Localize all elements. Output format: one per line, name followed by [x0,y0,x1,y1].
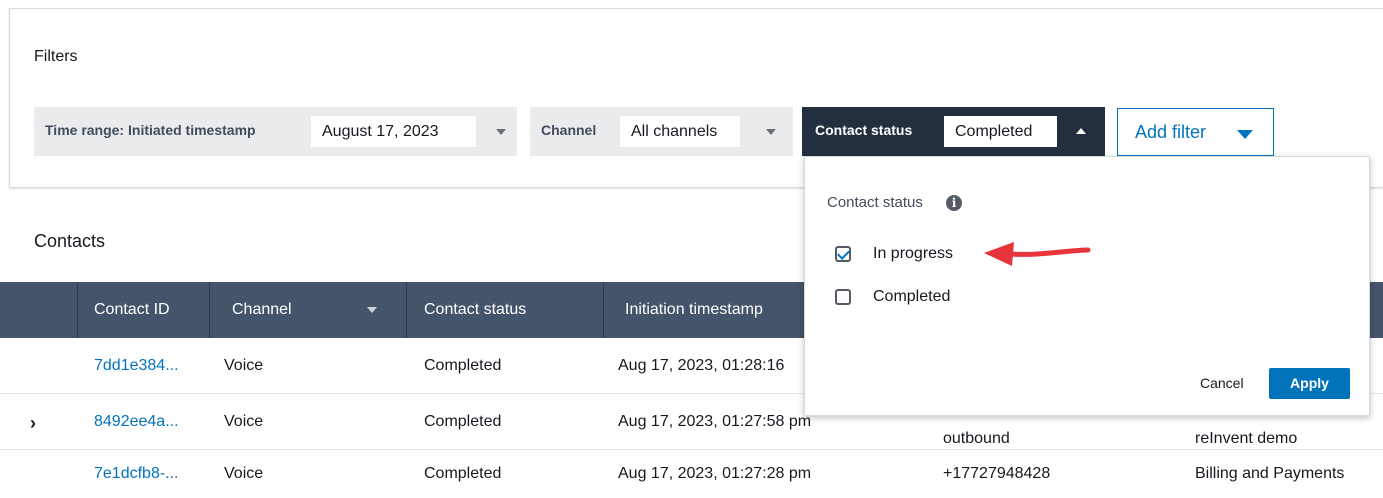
column-divider [77,282,78,338]
channel-cell: Voice [224,413,264,430]
channel-cell: Voice [224,357,264,374]
add-filter-label: Add filter [1135,122,1207,142]
contact-status-label: Contact status [815,122,913,138]
status-cell: Completed [424,465,502,482]
time-range-filter[interactable]: Time range: Initiated timestamp August 1… [34,107,517,156]
chevron-down-icon[interactable] [766,129,776,135]
add-filter-button[interactable]: Add filter [1117,108,1274,156]
chevron-up-icon[interactable] [1076,128,1086,134]
contact-id-link[interactable]: 7dd1e384... [94,338,179,394]
apply-button[interactable]: Apply [1269,368,1350,399]
queue-cell: Billing and Payments [1195,465,1345,482]
dropdown-title: Contact status [827,194,923,211]
column-header-channel[interactable]: Channel [232,282,292,338]
timestamp-cell: Aug 17, 2023, 01:27:28 pm [618,465,812,482]
channel-filter[interactable]: Channel All channels [530,107,793,156]
channel-cell: Voice [224,465,264,482]
phone-cell: +17727948428 [943,465,1051,482]
caret-down-icon [1237,130,1253,139]
in-progress-label[interactable]: In progress [873,245,953,263]
time-range-label: Time range: Initiated timestamp [45,122,256,138]
filters-title: Filters [34,48,78,65]
contact-status-dropdown: Contact status i In progress Completed C… [804,156,1370,416]
time-range-value[interactable]: August 17, 2023 [311,116,476,147]
column-header-contact-id[interactable]: Contact ID [94,282,170,338]
sort-caret-icon[interactable] [367,307,377,313]
column-divider [406,282,407,338]
contact-status-value[interactable]: Completed [944,116,1057,147]
annotation-arrow-icon [984,242,1091,266]
completed-checkbox[interactable] [835,289,851,305]
status-cell: Completed [424,413,502,430]
chevron-down-icon[interactable] [496,129,506,135]
status-cell: Completed [424,357,502,374]
column-divider [603,282,604,338]
table-row[interactable]: 7e1dcfb8-... Voice Completed Aug 17, 202… [0,450,1383,498]
in-progress-checkbox[interactable] [835,246,851,262]
contact-id-link[interactable]: 7e1dcfb8-... [94,450,179,498]
completed-label[interactable]: Completed [873,288,950,306]
cancel-button[interactable]: Cancel [1200,375,1244,391]
column-header-initiation-timestamp[interactable]: Initiation timestamp [625,282,763,338]
timestamp-cell: Aug 17, 2023, 01:27:58 pm [618,413,812,430]
chevron-right-icon[interactable]: › [30,413,36,434]
column-divider [209,282,210,338]
channel-value[interactable]: All channels [620,116,740,147]
info-icon[interactable]: i [946,195,962,211]
timestamp-cell: Aug 17, 2023, 01:28:16 [618,357,785,374]
contacts-title: Contacts [34,231,106,251]
contact-id-link[interactable]: 8492ee4a... [94,394,179,450]
column-header-contact-status[interactable]: Contact status [424,282,526,338]
contact-status-filter[interactable]: Contact status Completed [802,107,1105,156]
channel-label: Channel [541,122,597,138]
